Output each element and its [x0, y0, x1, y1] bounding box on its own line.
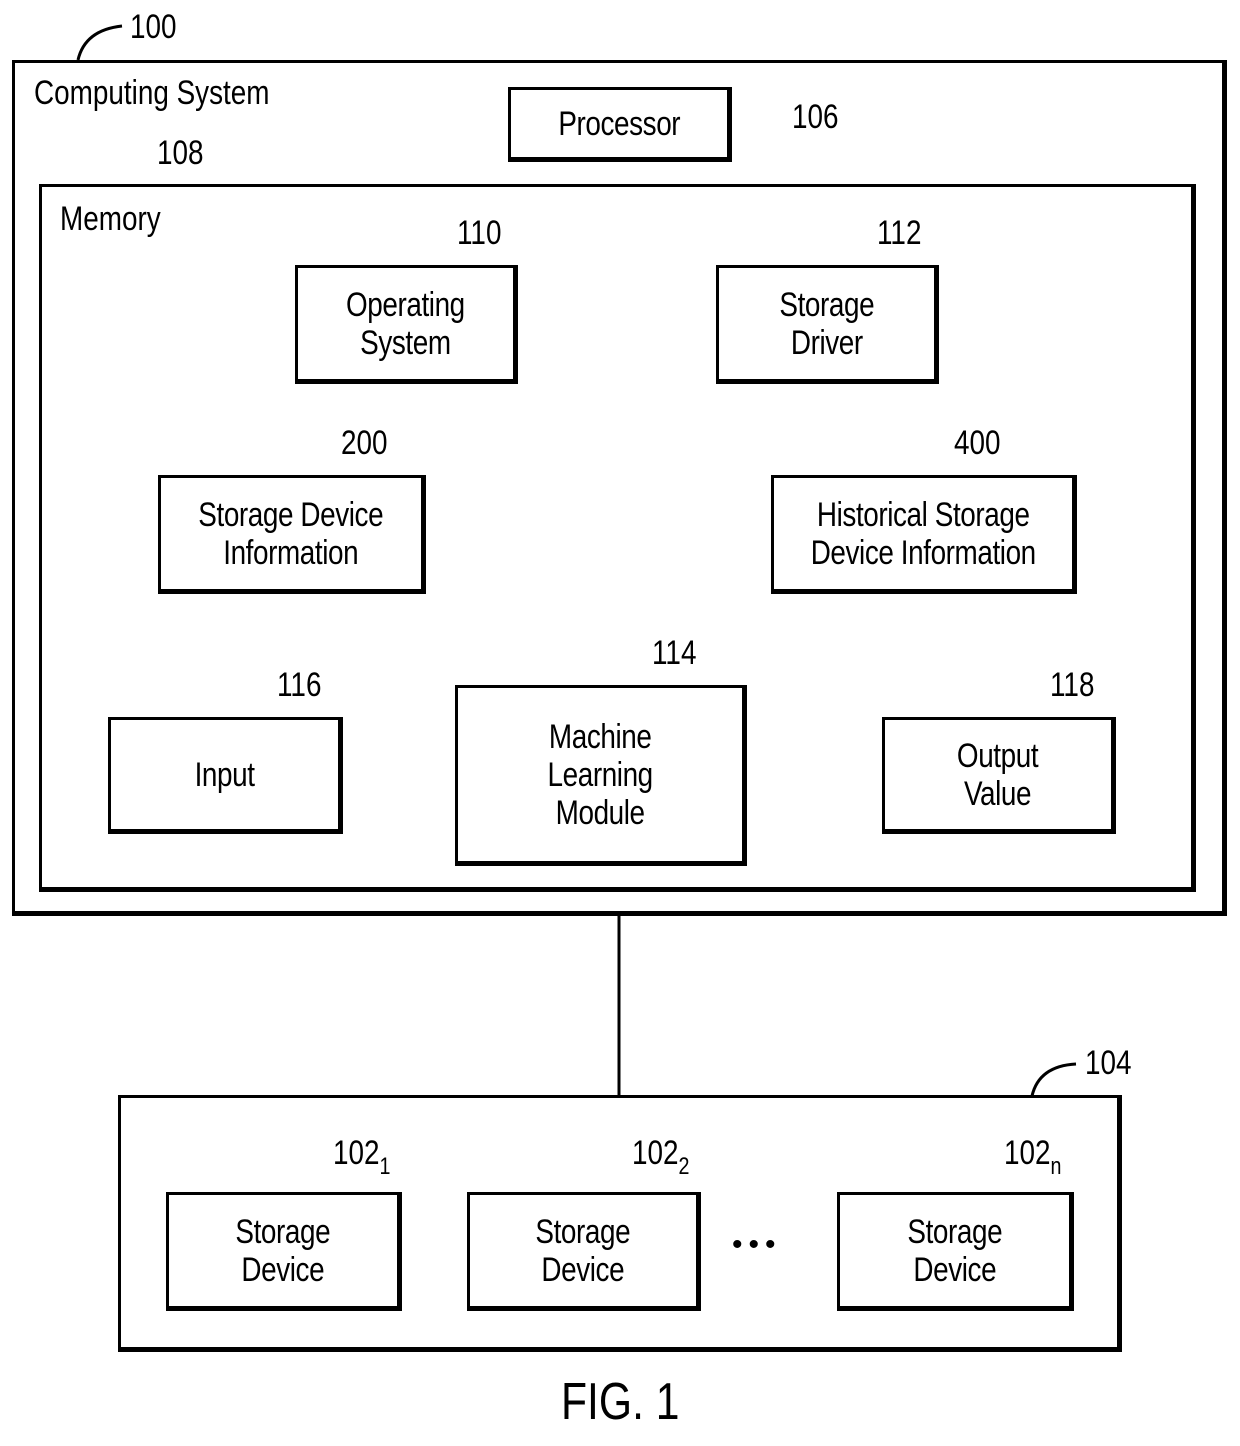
- storage-device-information-label: Storage Device Information: [198, 495, 384, 572]
- historical-storage-device-information-label: Historical Storage Device Information: [810, 495, 1036, 572]
- ref-102-1-subscript: 1: [379, 1153, 391, 1180]
- storage-device-label: Storage Device: [235, 1212, 331, 1289]
- ref-110: 110: [457, 214, 502, 252]
- storage-device-label: Storage Device: [535, 1212, 631, 1289]
- leader-100: [76, 24, 123, 61]
- ref-102-2-subscript: 2: [678, 1153, 690, 1180]
- ref-102-1: 1021: [333, 1134, 390, 1181]
- ref-200: 200: [341, 424, 388, 462]
- ref-104: 104: [1085, 1044, 1132, 1082]
- operating-system-box: Operating System: [295, 265, 518, 384]
- ellipsis: •••: [732, 1228, 782, 1261]
- storage-device-label: Storage Device: [907, 1212, 1002, 1289]
- ref-102-n-subscript: n: [1050, 1153, 1062, 1180]
- memory-label: Memory: [60, 200, 161, 238]
- storage-device-box: Storage Device: [467, 1192, 701, 1311]
- ref-102-n-number: 102: [1004, 1134, 1051, 1172]
- machine-learning-module-box: Machine Learning Module: [455, 685, 747, 866]
- processor-box: Processor: [508, 87, 732, 162]
- ref-116: 116: [277, 666, 322, 704]
- ref-400: 400: [954, 424, 1001, 462]
- storage-driver-label: Storage Driver: [779, 285, 874, 362]
- storage-device-box: Storage Device: [837, 1192, 1074, 1311]
- processor-label: Processor: [558, 104, 680, 143]
- ref-106: 106: [792, 98, 839, 136]
- input-box: Input: [108, 717, 343, 834]
- operating-system-label: Operating System: [346, 285, 465, 362]
- storage-device-information-box: Storage Device Information: [158, 475, 426, 594]
- ref-112: 112: [877, 214, 922, 252]
- figure-label: FIG. 1: [560, 1373, 680, 1431]
- computing-system-label: Computing System: [34, 74, 270, 112]
- output-value-box: Output Value: [882, 717, 1116, 834]
- storage-device-box: Storage Device: [166, 1192, 402, 1311]
- output-value-label: Output Value: [957, 736, 1039, 813]
- ref-114: 114: [652, 634, 697, 672]
- machine-learning-module-label: Machine Learning Module: [547, 717, 653, 832]
- figure-caption: FIG. 1: [0, 1372, 1240, 1432]
- ref-102-2-number: 102: [632, 1134, 679, 1172]
- input-label: Input: [194, 755, 255, 794]
- ref-102-n: 102n: [1004, 1134, 1061, 1181]
- ref-108: 108: [157, 134, 204, 172]
- ref-100: 100: [130, 8, 177, 46]
- ref-102-1-number: 102: [333, 1134, 380, 1172]
- leader-104: [1030, 1062, 1077, 1097]
- historical-storage-device-information-box: Historical Storage Device Information: [771, 475, 1077, 594]
- ref-102-2: 1022: [632, 1134, 689, 1181]
- storage-driver-box: Storage Driver: [716, 265, 939, 384]
- ref-118: 118: [1050, 666, 1095, 704]
